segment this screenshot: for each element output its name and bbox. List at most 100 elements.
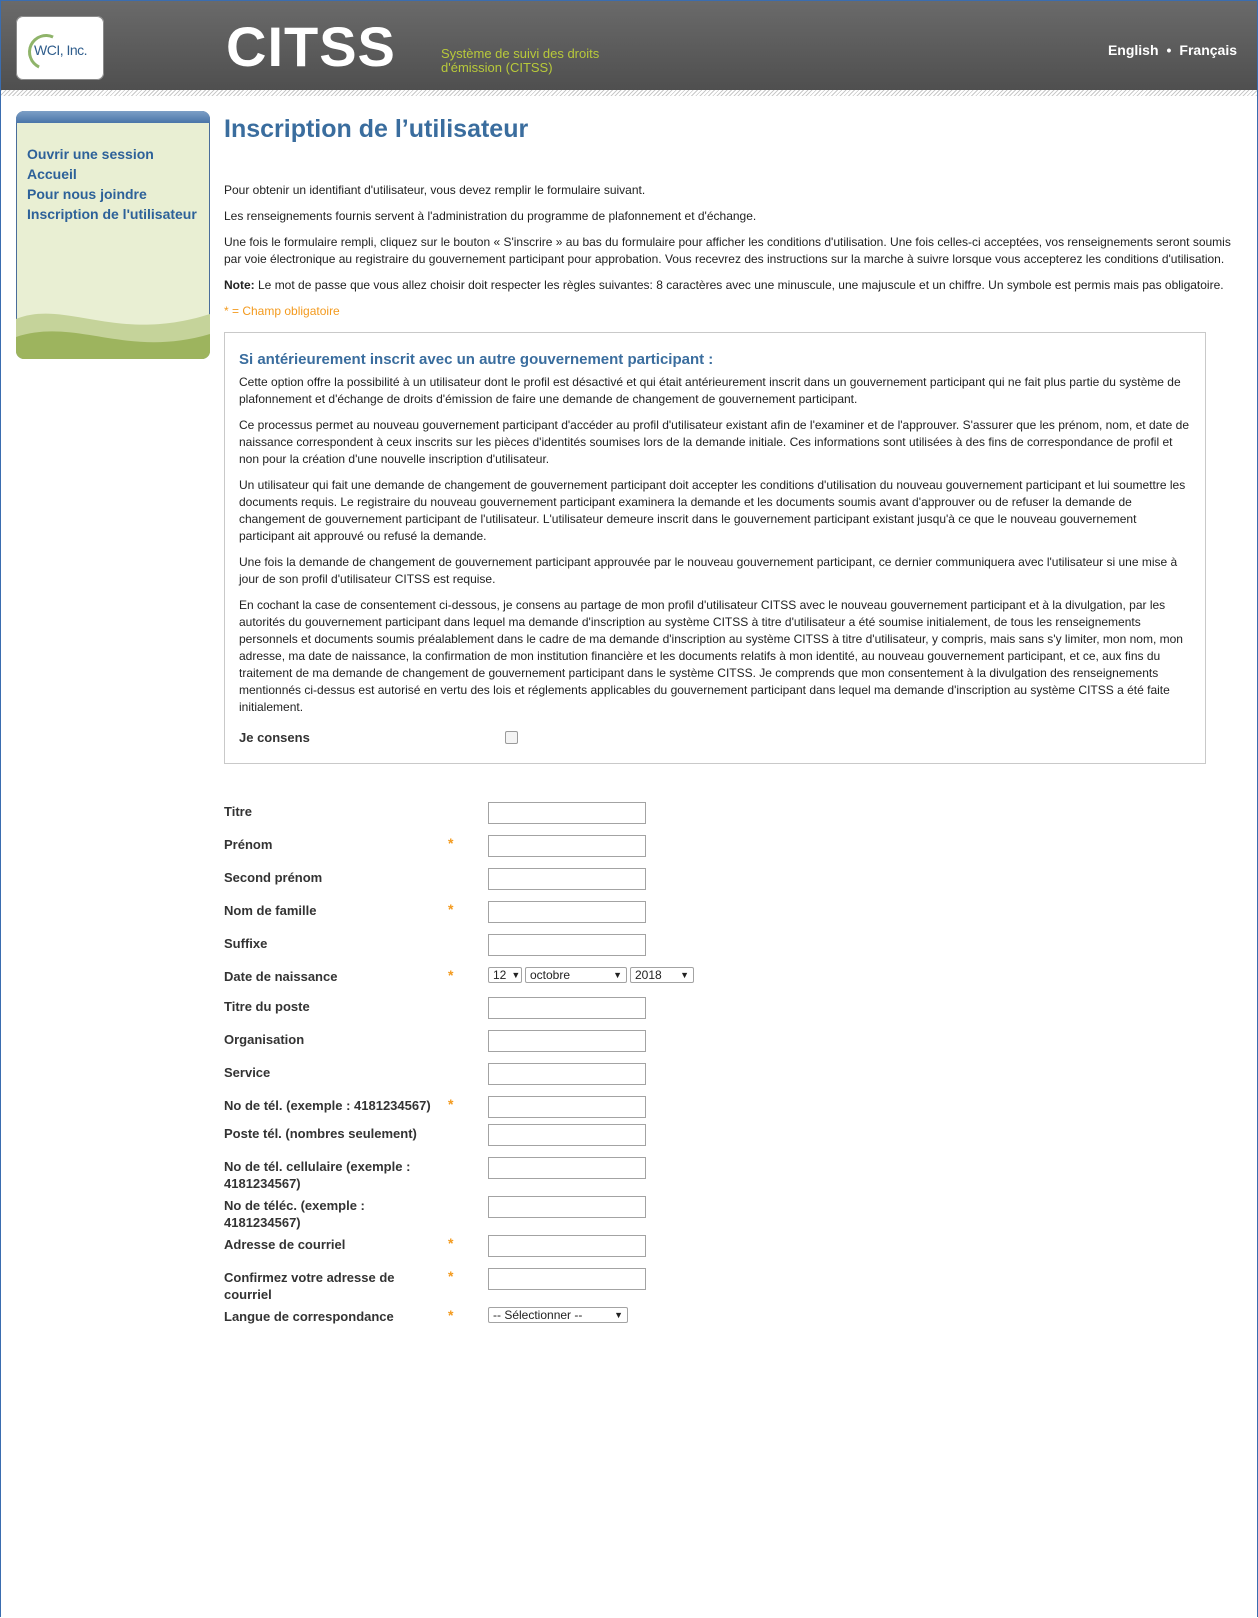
- chevron-down-icon: ▼: [511, 970, 521, 980]
- sidebar-item-login[interactable]: Ouvrir une session: [27, 144, 207, 164]
- organization-input[interactable]: [488, 1030, 646, 1052]
- middle-name-label: Second prénom: [224, 870, 323, 885]
- last-name-label: Nom de famille: [224, 903, 317, 918]
- intro-paragraph: Les renseignements fournis servent à l'a…: [224, 209, 757, 223]
- required-marker: [444, 997, 488, 1021]
- fax-label: No de téléc. (exemple : 4181234567): [224, 1198, 365, 1230]
- required-marker: [444, 802, 488, 826]
- chevron-down-icon: ▼: [613, 970, 622, 980]
- intro-text: Pour obtenir un identifiant d'utilisateu…: [224, 182, 1234, 294]
- middle-name-input[interactable]: [488, 868, 646, 890]
- form-row-first-name: Prénom *: [224, 835, 1234, 859]
- confirm-email-input[interactable]: [488, 1268, 646, 1290]
- form-row-confirm-email: Confirmez votre adresse de courriel *: [224, 1268, 1234, 1303]
- phone-ext-label: Poste tél. (nombres seulement): [224, 1126, 417, 1141]
- intro-paragraph: Pour obtenir un identifiant d'utilisateu…: [224, 183, 646, 197]
- language-select[interactable]: -- Sélectionner -- ▼: [488, 1307, 628, 1323]
- required-marker: [444, 1196, 488, 1231]
- sidebar-item-registration[interactable]: Inscription de l'utilisateur: [27, 204, 207, 224]
- main-content: Inscription de l’utilisateur Pour obteni…: [224, 110, 1234, 1340]
- required-marker: [444, 1063, 488, 1087]
- sidebar-item-contact[interactable]: Pour nous joindre: [27, 184, 207, 204]
- consent-checkbox[interactable]: [505, 731, 518, 744]
- required-marker: *: [448, 1268, 454, 1284]
- header-divider: [1, 90, 1257, 96]
- required-field-note: * = Champ obligatoire: [224, 304, 340, 318]
- transfer-paragraph: Cette option offre la possibilité à un u…: [239, 375, 1181, 406]
- sidebar-wave-decoration: [16, 313, 210, 359]
- transfer-consent-box: Si antérieurement inscrit avec un autre …: [224, 332, 1206, 764]
- first-name-label: Prénom: [224, 837, 273, 852]
- registration-form: Titre Prénom * Second prénom Nom de famille *…: [224, 802, 1234, 1331]
- form-row-middle-name: Second prénom: [224, 868, 1234, 892]
- organization-label: Organisation: [224, 1032, 305, 1047]
- required-marker: [444, 868, 488, 892]
- consent-label: Je consens: [239, 730, 310, 745]
- phone-ext-input[interactable]: [488, 1124, 646, 1146]
- fax-input[interactable]: [488, 1196, 646, 1218]
- required-marker: *: [448, 835, 454, 851]
- last-name-input[interactable]: [488, 901, 646, 923]
- form-row-suffix: Suffixe: [224, 934, 1234, 958]
- password-note: Note: Le mot de passe que vous allez cho…: [224, 277, 1234, 294]
- required-marker: *: [448, 1235, 454, 1251]
- transfer-paragraph: En cochant la case de consentement ci-de…: [239, 598, 1183, 714]
- suffix-label: Suffixe: [224, 936, 268, 951]
- job-title-input[interactable]: [488, 997, 646, 1019]
- app-title: CITSS: [226, 15, 396, 78]
- phone-label: No de tél. (exemple : 4181234567): [224, 1098, 431, 1113]
- birth-year-select[interactable]: 2018 ▼: [630, 967, 694, 983]
- birth-month-select[interactable]: octobre ▼: [525, 967, 627, 983]
- birth-date-label: Date de naissance: [224, 969, 338, 984]
- birth-month-value: octobre: [530, 968, 571, 982]
- email-input[interactable]: [488, 1235, 646, 1257]
- header: WCI, Inc. CITSS Système de suivi des dro…: [1, 1, 1257, 90]
- birth-year-value: 2018: [635, 968, 662, 982]
- mobile-phone-label: No de tél. cellulaire (exemple : 4181234…: [224, 1159, 411, 1191]
- form-row-phone: No de tél. (exemple : 4181234567) *: [224, 1096, 1234, 1120]
- form-row-correspondence-language: Langue de correspondance * -- Sélectionner…: [224, 1307, 1234, 1331]
- birth-day-select[interactable]: 12 ▼: [488, 967, 522, 983]
- department-input[interactable]: [488, 1063, 646, 1085]
- wci-logo[interactable]: WCI, Inc.: [16, 16, 104, 80]
- consent-row: Je consens: [239, 730, 1191, 745]
- sidebar-top-bar: [16, 111, 210, 123]
- form-row-phone-ext: Poste tél. (nombres seulement): [224, 1124, 1234, 1148]
- title-label: Titre: [224, 804, 252, 819]
- department-label: Service: [224, 1065, 271, 1080]
- birth-day-value: 12: [493, 968, 507, 982]
- app-subtitle: Système de suivi des droits d'émission (…: [441, 46, 600, 75]
- form-row-email: Adresse de courriel *: [224, 1235, 1234, 1259]
- phone-input[interactable]: [488, 1096, 646, 1118]
- title-input[interactable]: [488, 802, 646, 824]
- mobile-phone-input[interactable]: [488, 1157, 646, 1179]
- page-title: Inscription de l’utilisateur: [224, 115, 529, 143]
- transfer-paragraph: Ce processus permet au nouveau gouvernem…: [239, 418, 1189, 466]
- lang-french-link[interactable]: Français: [1179, 42, 1237, 58]
- first-name-input[interactable]: [488, 835, 646, 857]
- confirm-email-label: Confirmez votre adresse de courriel: [224, 1270, 395, 1302]
- form-row-job-title: Titre du poste: [224, 997, 1234, 1021]
- form-row-mobile-phone: No de tél. cellulaire (exemple : 4181234…: [224, 1157, 1234, 1192]
- form-row-organization: Organisation: [224, 1030, 1234, 1054]
- transfer-title: Si antérieurement inscrit avec un autre …: [239, 351, 714, 368]
- email-label: Adresse de courriel: [224, 1237, 346, 1252]
- chevron-down-icon: ▼: [680, 970, 689, 980]
- required-marker: [444, 1030, 488, 1054]
- job-title-label: Titre du poste: [224, 999, 310, 1014]
- form-row-last-name: Nom de famille *: [224, 901, 1234, 925]
- intro-paragraph: Une fois le formulaire rempli, cliquez s…: [224, 235, 1231, 266]
- language-switcher: English • Français: [1108, 42, 1237, 58]
- suffix-input[interactable]: [488, 934, 646, 956]
- required-marker: [444, 1124, 488, 1148]
- sidebar-nav: Ouvrir une session Accueil Pour nous joi…: [27, 144, 207, 224]
- sidebar-item-home[interactable]: Accueil: [27, 164, 207, 184]
- required-marker: *: [448, 901, 454, 917]
- language-select-value: -- Sélectionner --: [493, 1308, 583, 1322]
- note-text: Le mot de passe que vous allez choisir d…: [254, 278, 1224, 292]
- logo-text: WCI, Inc.: [34, 42, 88, 58]
- sidebar: Ouvrir une session Accueil Pour nous joi…: [16, 111, 210, 359]
- form-row-birth-date: Date de naissance * 12 ▼ octobre ▼ 2018 ▼: [224, 967, 1234, 991]
- lang-separator: •: [1166, 42, 1172, 58]
- lang-english-link[interactable]: English: [1108, 42, 1159, 58]
